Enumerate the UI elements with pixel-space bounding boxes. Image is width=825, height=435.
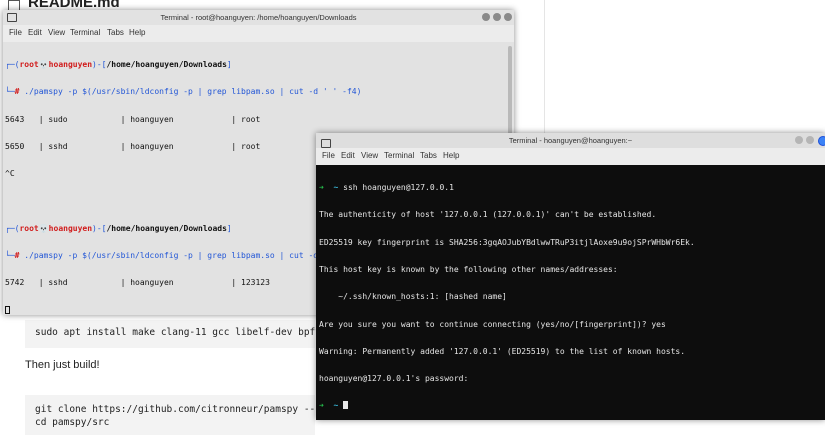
window-titlebar[interactable]: Terminal - hoanguyen@hoanguyen:~ [316, 133, 825, 148]
menu-file[interactable]: File [322, 151, 335, 160]
text-cursor [343, 401, 349, 410]
menu-help[interactable]: Help [443, 151, 459, 160]
prompt-line: ➜ ~ [316, 401, 825, 410]
build-text: Then just build! [25, 359, 100, 371]
menu-edit[interactable]: Edit [341, 151, 355, 160]
menu-view[interactable]: View [361, 151, 378, 160]
window-title: Terminal - hoanguyen@hoanguyen:~ [508, 136, 633, 145]
menu-terminal[interactable]: Terminal [384, 151, 414, 160]
output-line: ~/.ssh/known_hosts:1: [hashed name] [319, 292, 507, 302]
clone-code-block: git clone https://github.com/citronneur/… [25, 395, 367, 435]
maximize-button[interactable] [493, 13, 501, 21]
menu-file[interactable]: File [9, 28, 22, 37]
close-button[interactable] [504, 13, 512, 21]
terminal-window-user[interactable]: Terminal - hoanguyen@hoanguyen:~ File Ed… [316, 133, 825, 420]
output-line: 5643 | sudo | hoanguyen | root [5, 114, 261, 124]
menu-bar: File Edit View Terminal Tabs Help [316, 139, 825, 164]
maximize-button[interactable] [806, 136, 814, 144]
command-line: └─# ./pamspy -p $(/usr/sbin/ldconfig -p … [5, 87, 362, 97]
close-button[interactable] [818, 136, 825, 146]
terminal-icon [321, 139, 331, 148]
ssh-command-line: ➜ ~ ssh hoanguyen@127.0.0.1 [319, 183, 454, 193]
output-line: hoanguyen@127.0.0.1's password: [319, 374, 469, 384]
menu-edit[interactable]: Edit [28, 28, 42, 37]
install-code-block: sudo apt install make clang-11 gcc libel… [25, 320, 338, 348]
window-titlebar[interactable]: Terminal - root@hoanguyen: /home/hoanguy… [3, 10, 514, 25]
menu-terminal[interactable]: Terminal [70, 28, 100, 37]
minimize-button[interactable] [795, 136, 803, 144]
terminal-output[interactable]: ➜ ~ ssh hoanguyen@127.0.0.1 The authenti… [316, 165, 825, 420]
text-cursor [5, 305, 10, 314]
window-title: Terminal - root@hoanguyen: /home/hoanguy… [160, 13, 357, 22]
prompt-line: ┌─(root💀hoanguyen)-[/home/hoanguyen/Down… [5, 60, 232, 70]
install-command[interactable]: sudo apt install make clang-11 gcc libel… [35, 327, 338, 338]
menu-help[interactable]: Help [129, 28, 145, 37]
menu-tabs[interactable]: Tabs [420, 151, 437, 160]
cd-command[interactable]: cd pamspy/src [35, 417, 109, 428]
output-line: Are you sure you want to continue connec… [319, 319, 666, 329]
menu-bar: File Edit View Terminal Tabs Help [3, 25, 514, 41]
output-line: Warning: Permanently added '127.0.0.1' (… [319, 346, 686, 356]
minimize-button[interactable] [482, 13, 490, 21]
menu-view[interactable]: View [48, 28, 65, 37]
output-line: ED25519 key fingerprint is SHA256:3gqAOJ… [319, 237, 695, 247]
output-line: This host key is known by the following … [319, 265, 618, 275]
menu-tabs[interactable]: Tabs [107, 28, 124, 37]
output-line: The authenticity of host '127.0.0.1 (127… [319, 210, 657, 220]
